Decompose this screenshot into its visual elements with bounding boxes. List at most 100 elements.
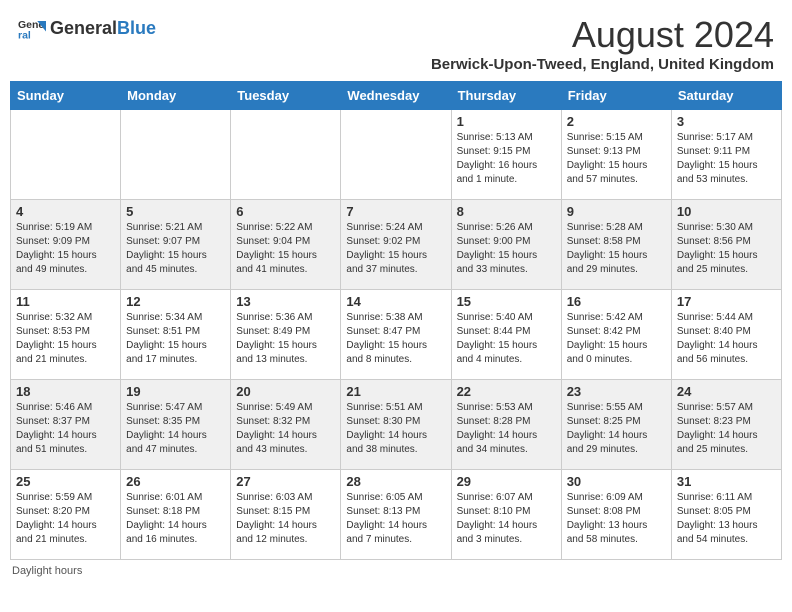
- daylight-hours-label: Daylight hours: [12, 565, 82, 577]
- calendar-header-sunday: Sunday: [11, 82, 121, 110]
- day-number: 22: [457, 384, 556, 399]
- calendar-cell: 29 Sunrise: 6:07 AM Sunset: 8:10 PM Dayli…: [451, 470, 561, 560]
- day-number: 2: [567, 114, 666, 129]
- day-number: 18: [16, 384, 115, 399]
- calendar-cell: 3 Sunrise: 5:17 AM Sunset: 9:11 PM Daylig…: [671, 110, 781, 200]
- calendar-header-friday: Friday: [561, 82, 671, 110]
- day-info: Sunrise: 5:34 AM Sunset: 8:51 PM Dayligh…: [126, 311, 225, 367]
- day-info: Sunrise: 5:44 AM Sunset: 8:40 PM Dayligh…: [677, 311, 776, 367]
- calendar-cell: [341, 110, 451, 200]
- day-info: Sunrise: 5:26 AM Sunset: 9:00 PM Dayligh…: [457, 221, 556, 277]
- day-info: Sunrise: 5:59 AM Sunset: 8:20 PM Dayligh…: [16, 491, 115, 547]
- calendar-cell: 19 Sunrise: 5:47 AM Sunset: 8:35 PM Dayli…: [121, 380, 231, 470]
- day-info: Sunrise: 5:36 AM Sunset: 8:49 PM Dayligh…: [236, 311, 335, 367]
- header: Gene ral GeneralBlue August 2024 Berwick…: [10, 10, 782, 77]
- calendar-cell: 7 Sunrise: 5:24 AM Sunset: 9:02 PM Daylig…: [341, 200, 451, 290]
- calendar-cell: [231, 110, 341, 200]
- calendar-cell: 12 Sunrise: 5:34 AM Sunset: 8:51 PM Dayli…: [121, 290, 231, 380]
- calendar-cell: 11 Sunrise: 5:32 AM Sunset: 8:53 PM Dayli…: [11, 290, 121, 380]
- calendar-header-tuesday: Tuesday: [231, 82, 341, 110]
- logo: Gene ral GeneralBlue: [18, 14, 156, 42]
- calendar-cell: 25Sunrise: 5:59 AM Sunset: 8:20 PM Dayli…: [11, 470, 121, 560]
- day-info: Sunrise: 5:15 AM Sunset: 9:13 PM Dayligh…: [567, 131, 666, 187]
- day-info: Sunrise: 5:42 AM Sunset: 8:42 PM Dayligh…: [567, 311, 666, 367]
- day-number: 19: [126, 384, 225, 399]
- calendar-cell: 31 Sunrise: 6:11 AM Sunset: 8:05 PM Dayli…: [671, 470, 781, 560]
- day-number: 12: [126, 294, 225, 309]
- day-info: Sunrise: 5:51 AM Sunset: 8:30 PM Dayligh…: [346, 401, 445, 457]
- day-number: 8: [457, 204, 556, 219]
- day-number: 30: [567, 474, 666, 489]
- calendar-cell: 20 Sunrise: 5:49 AM Sunset: 8:32 PM Dayli…: [231, 380, 341, 470]
- day-number: 17: [677, 294, 776, 309]
- day-number: 6: [236, 204, 335, 219]
- day-info: Sunrise: 5:19 AM Sunset: 9:09 PM Dayligh…: [16, 221, 115, 277]
- day-info: Sunrise: 5:40 AM Sunset: 8:44 PM Dayligh…: [457, 311, 556, 367]
- calendar-cell: 9 Sunrise: 5:28 AM Sunset: 8:58 PM Daylig…: [561, 200, 671, 290]
- calendar-cell: 17 Sunrise: 5:44 AM Sunset: 8:40 PM Dayli…: [671, 290, 781, 380]
- generalblue-logo-icon: Gene ral: [18, 14, 46, 42]
- calendar-header-saturday: Saturday: [671, 82, 781, 110]
- day-info: Sunrise: 5:24 AM Sunset: 9:02 PM Dayligh…: [346, 221, 445, 277]
- calendar-week-row: 18Sunrise: 5:46 AM Sunset: 8:37 PM Dayli…: [11, 380, 782, 470]
- calendar-header-thursday: Thursday: [451, 82, 561, 110]
- day-number: 20: [236, 384, 335, 399]
- day-info: Sunrise: 6:05 AM Sunset: 8:13 PM Dayligh…: [346, 491, 445, 547]
- calendar-cell: 8 Sunrise: 5:26 AM Sunset: 9:00 PM Daylig…: [451, 200, 561, 290]
- day-number: 16: [567, 294, 666, 309]
- day-info: Sunrise: 6:01 AM Sunset: 8:18 PM Dayligh…: [126, 491, 225, 547]
- day-number: 13: [236, 294, 335, 309]
- calendar-cell: 30Sunrise: 6:09 AM Sunset: 8:08 PM Dayli…: [561, 470, 671, 560]
- calendar-header-monday: Monday: [121, 82, 231, 110]
- day-info: Sunrise: 6:07 AM Sunset: 8:10 PM Dayligh…: [457, 491, 556, 547]
- calendar-cell: 1 Sunrise: 5:13 AM Sunset: 9:15 PM Daylig…: [451, 110, 561, 200]
- day-info: Sunrise: 5:47 AM Sunset: 8:35 PM Dayligh…: [126, 401, 225, 457]
- day-number: 3: [677, 114, 776, 129]
- calendar-cell: 27Sunrise: 6:03 AM Sunset: 8:15 PM Dayli…: [231, 470, 341, 560]
- calendar-cell: 26Sunrise: 6:01 AM Sunset: 8:18 PM Dayli…: [121, 470, 231, 560]
- day-number: 31: [677, 474, 776, 489]
- day-info: Sunrise: 5:13 AM Sunset: 9:15 PM Dayligh…: [457, 131, 556, 187]
- day-info: Sunrise: 6:11 AM Sunset: 8:05 PM Dayligh…: [677, 491, 776, 547]
- day-info: Sunrise: 5:17 AM Sunset: 9:11 PM Dayligh…: [677, 131, 776, 187]
- calendar-cell: 4 Sunrise: 5:19 AM Sunset: 9:09 PM Daylig…: [11, 200, 121, 290]
- day-number: 15: [457, 294, 556, 309]
- calendar-week-row: 1 Sunrise: 5:13 AM Sunset: 9:15 PM Daylig…: [11, 110, 782, 200]
- location-subtitle: Berwick-Upon-Tweed, England, United King…: [431, 56, 774, 73]
- calendar-cell: 28 Sunrise: 6:05 AM Sunset: 8:13 PM Dayli…: [341, 470, 451, 560]
- day-number: 1: [457, 114, 556, 129]
- day-info: Sunrise: 5:49 AM Sunset: 8:32 PM Dayligh…: [236, 401, 335, 457]
- day-info: Sunrise: 5:32 AM Sunset: 8:53 PM Dayligh…: [16, 311, 115, 367]
- day-number: 29: [457, 474, 556, 489]
- day-number: 9: [567, 204, 666, 219]
- day-info: Sunrise: 5:55 AM Sunset: 8:25 PM Dayligh…: [567, 401, 666, 457]
- day-info: Sunrise: 5:30 AM Sunset: 8:56 PM Dayligh…: [677, 221, 776, 277]
- calendar-table: SundayMondayTuesdayWednesdayThursdayFrid…: [10, 81, 782, 560]
- title-area: August 2024 Berwick-Upon-Tweed, England,…: [431, 14, 774, 73]
- month-year-title: August 2024: [431, 14, 774, 56]
- day-number: 24: [677, 384, 776, 399]
- svg-text:ral: ral: [18, 30, 31, 42]
- day-number: 11: [16, 294, 115, 309]
- logo-blue-text: Blue: [117, 18, 156, 38]
- day-info: Sunrise: 5:57 AM Sunset: 8:23 PM Dayligh…: [677, 401, 776, 457]
- day-info: Sunrise: 5:22 AM Sunset: 9:04 PM Dayligh…: [236, 221, 335, 277]
- day-number: 10: [677, 204, 776, 219]
- day-number: 28: [346, 474, 445, 489]
- calendar-cell: 13 Sunrise: 5:36 AM Sunset: 8:49 PM Dayli…: [231, 290, 341, 380]
- day-number: 7: [346, 204, 445, 219]
- day-info: Sunrise: 5:38 AM Sunset: 8:47 PM Dayligh…: [346, 311, 445, 367]
- calendar-cell: 21 Sunrise: 5:51 AM Sunset: 8:30 PM Dayli…: [341, 380, 451, 470]
- calendar-cell: 14Sunrise: 5:38 AM Sunset: 8:47 PM Dayli…: [341, 290, 451, 380]
- day-info: Sunrise: 5:28 AM Sunset: 8:58 PM Dayligh…: [567, 221, 666, 277]
- calendar-week-row: 11 Sunrise: 5:32 AM Sunset: 8:53 PM Dayli…: [11, 290, 782, 380]
- day-number: 21: [346, 384, 445, 399]
- calendar-cell: [11, 110, 121, 200]
- day-info: Sunrise: 5:21 AM Sunset: 9:07 PM Dayligh…: [126, 221, 225, 277]
- calendar-week-row: 25Sunrise: 5:59 AM Sunset: 8:20 PM Dayli…: [11, 470, 782, 560]
- day-number: 4: [16, 204, 115, 219]
- calendar-cell: 6 Sunrise: 5:22 AM Sunset: 9:04 PM Daylig…: [231, 200, 341, 290]
- calendar-cell: 2 Sunrise: 5:15 AM Sunset: 9:13 PM Daylig…: [561, 110, 671, 200]
- calendar-cell: 22Sunrise: 5:53 AM Sunset: 8:28 PM Dayli…: [451, 380, 561, 470]
- calendar-cell: 24 Sunrise: 5:57 AM Sunset: 8:23 PM Dayli…: [671, 380, 781, 470]
